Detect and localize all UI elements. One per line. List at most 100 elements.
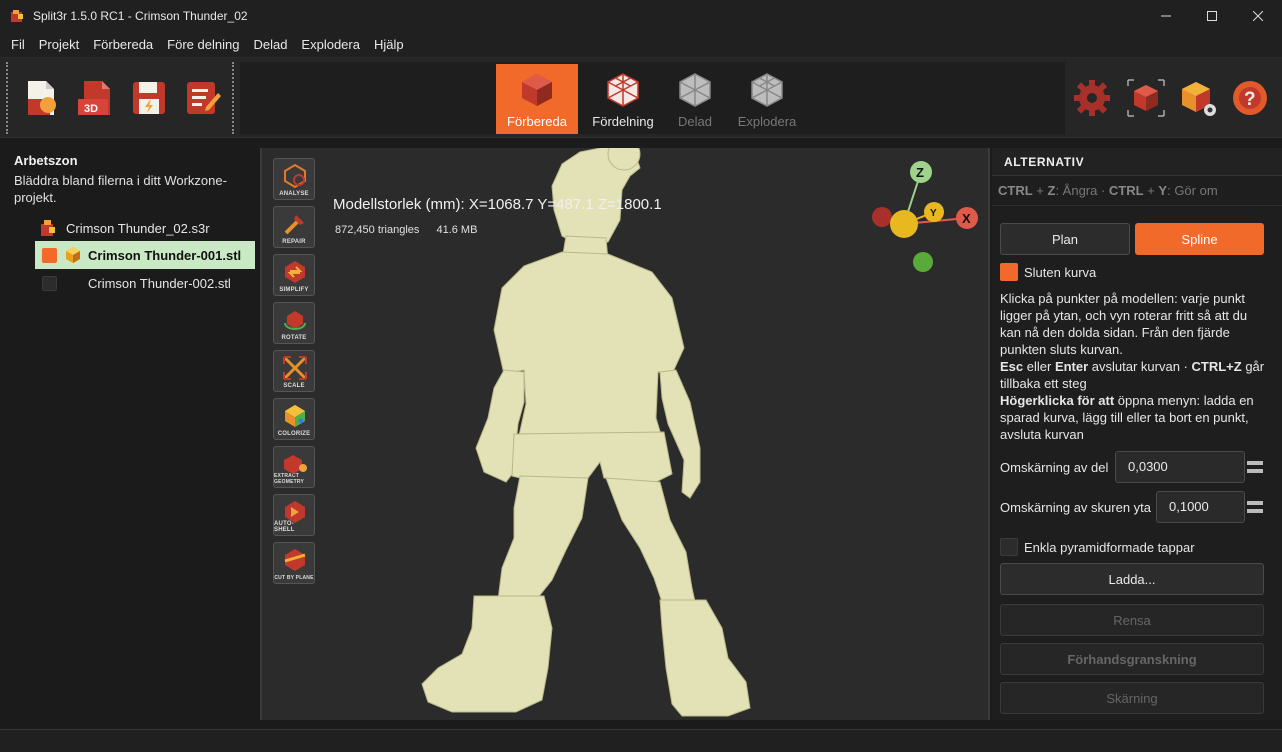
window-title: Split3r 1.5.0 RC1 - Crimson Thunder_02 [33, 9, 248, 23]
menu-fore-delning[interactable]: Före delning [160, 32, 246, 58]
axis-gizmo[interactable]: Z Y X [868, 156, 988, 276]
project-file-name: Crimson Thunder_02.s3r [66, 220, 210, 236]
spline-instructions: Klicka på punkter på modellen: varje pun… [1000, 290, 1270, 443]
rotate-tool-label: ROTATE [281, 335, 307, 341]
hint-ctrl-1: CTRL [998, 183, 1033, 198]
z-axis-label: Z [916, 165, 924, 180]
auto-shell-tool-button[interactable]: AUTO-SHELL [273, 494, 315, 536]
tree-item-file-001[interactable]: Crimson Thunder-001.stl [35, 241, 255, 269]
colorize-tool-button[interactable]: COLORIZE [273, 398, 315, 440]
repair-tool-button[interactable]: REPAIR [273, 206, 315, 248]
cut-by-plane-icon [284, 549, 306, 571]
file-name: Crimson Thunder-002.stl [88, 275, 231, 291]
menu-delad[interactable]: Delad [246, 32, 294, 58]
3d-viewport[interactable]: ANALYSE REPAIR SIMPLIFY ROTATE SCALE COL… [260, 148, 990, 720]
view-cube-icon[interactable] [1126, 78, 1166, 118]
cut-by-plane-tool-label: CUT BY PLANE [274, 575, 314, 581]
trim-part-stepper[interactable] [1246, 451, 1264, 483]
menu-explodera[interactable]: Explodera [294, 32, 367, 58]
new-project-icon[interactable] [22, 79, 60, 117]
trim-part-input[interactable]: 0,0300 [1115, 451, 1245, 483]
spline-tab-button[interactable]: Spline [1135, 223, 1264, 255]
model-stats: 872,450 triangles 41.6 MB [335, 224, 477, 236]
settings-gear-icon[interactable] [1072, 78, 1112, 118]
colorize-icon [285, 405, 305, 427]
save-as-icon[interactable] [184, 79, 222, 117]
texture-cube-icon[interactable] [1178, 78, 1218, 118]
origin-handle[interactable] [890, 210, 918, 238]
rotate-icon [284, 311, 306, 330]
svg-text:?: ? [1244, 89, 1256, 110]
hint-redo: : Gör om [1167, 183, 1218, 198]
options-header: ALTERNATIV [992, 148, 1282, 176]
mode-explodera-button[interactable]: Explodera [726, 64, 808, 134]
hint-undo: : Ångra · [1055, 183, 1109, 198]
enter-key: Enter [1054, 359, 1089, 374]
simple-pyramid-checkbox[interactable] [1000, 538, 1018, 556]
trim-cut-input[interactable]: 0,1000 [1156, 491, 1245, 523]
y-axis-label: Y [930, 208, 937, 219]
instructions-or: eller [1023, 359, 1055, 374]
extract-geometry-tool-button[interactable]: EXTRACT GEOMETRY [273, 446, 315, 488]
clear-button[interactable]: Rensa [1000, 604, 1264, 636]
menu-forbereda[interactable]: Förbereda [86, 32, 160, 58]
rightclick-text: Högerklicka för att [1000, 393, 1115, 408]
scale-tool-label: SCALE [283, 383, 305, 389]
tree-item-project[interactable]: Crimson Thunder_02.s3r [38, 214, 258, 242]
split-cube-icon [679, 73, 711, 107]
analyse-icon [284, 163, 306, 189]
mode-explodera-label: Explodera [737, 114, 797, 129]
preview-button[interactable]: Förhandsgranskning [1000, 643, 1264, 675]
simplify-tool-button[interactable]: SIMPLIFY [273, 254, 315, 296]
file-color-swatch[interactable] [42, 247, 57, 263]
status-bar [0, 729, 1282, 752]
explode-cube-icon [751, 73, 783, 107]
x-axis-label: X [962, 211, 971, 226]
mode-forbereda-button[interactable]: Förbereda [496, 64, 578, 134]
menu-hjalp[interactable]: Hjälp [367, 32, 411, 58]
repair-icon [284, 215, 304, 235]
load-button[interactable]: Ladda... [1000, 563, 1264, 595]
project-file-icon [41, 220, 55, 236]
repair-tool-label: REPAIR [282, 239, 306, 245]
rotate-tool-button[interactable]: ROTATE [273, 302, 315, 344]
menu-projekt[interactable]: Projekt [32, 32, 86, 58]
ends-curve-text: avslutar kurvan · [1088, 359, 1192, 374]
toolbar: 3D Förbereda Fördelning Delad Explodera … [0, 58, 1282, 138]
tree-item-file-002[interactable]: Crimson Thunder-002.stl [35, 269, 255, 297]
trim-cut-stepper[interactable] [1246, 491, 1264, 523]
cut-by-plane-tool-button[interactable]: CUT BY PLANE [273, 542, 315, 584]
workzone-title: Arbetszon [14, 153, 78, 168]
save-icon[interactable] [130, 79, 168, 117]
file-color-swatch[interactable] [42, 275, 57, 291]
mode-delad-label: Delad [678, 114, 712, 129]
mode-delad-button[interactable]: Delad [654, 64, 736, 134]
menu-fil[interactable]: Fil [4, 32, 32, 58]
app-logo-icon [11, 10, 23, 22]
workzone-description: Bläddra bland filerna i ditt Workzone-pr… [14, 173, 227, 205]
plan-tab-button[interactable]: Plan [1000, 223, 1130, 255]
instructions-text: Klicka på punkter på modellen: varje pun… [1000, 291, 1248, 357]
help-lifebuoy-icon[interactable]: ? [1230, 78, 1270, 118]
neg-y-axis-handle[interactable] [913, 252, 933, 272]
maximize-button[interactable] [1189, 0, 1235, 32]
close-button[interactable] [1235, 0, 1281, 32]
minimize-button[interactable] [1143, 0, 1189, 32]
cut-button[interactable]: Skärning [1000, 682, 1264, 714]
close-icon [1253, 11, 1263, 21]
neg-x-axis-handle[interactable] [872, 207, 892, 227]
analyse-tool-button[interactable]: ANALYSE [273, 158, 315, 200]
scale-tool-button[interactable]: SCALE [273, 350, 315, 392]
open-3d-icon[interactable]: 3D [76, 79, 114, 117]
auto-shell-icon [285, 501, 305, 523]
simplify-tool-label: SIMPLIFY [279, 287, 309, 293]
maximize-icon [1207, 11, 1217, 21]
scale-icon [283, 356, 307, 380]
hint-ctrl-2: CTRL [1108, 183, 1144, 198]
mesh-cube-icon [66, 247, 80, 263]
hint-plus-2: + [1143, 183, 1159, 198]
mode-switcher: Förbereda Fördelning Delad Explodera [240, 62, 810, 134]
closed-curve-checkbox[interactable] [1000, 263, 1018, 281]
analyse-tool-label: ANALYSE [279, 191, 309, 197]
mode-fordelning-button[interactable]: Fördelning [582, 64, 664, 134]
